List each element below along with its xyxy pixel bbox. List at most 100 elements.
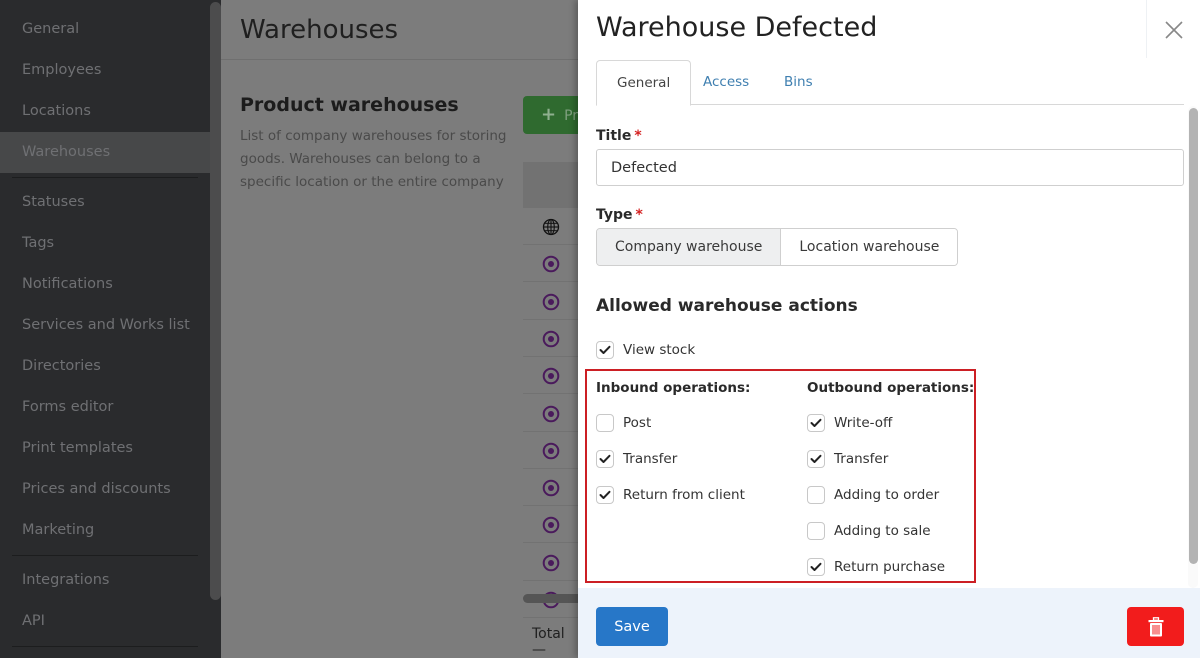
tab-general[interactable]: General (596, 60, 692, 106)
outbound-adding-to-sale-checkbox[interactable]: Adding to sale (807, 521, 931, 541)
location-target-icon (542, 293, 560, 315)
sidebar-item-forms-editor[interactable]: Forms editor (0, 387, 210, 428)
title-field-label: Title * (596, 128, 642, 144)
sidebar-item-print-templates[interactable]: Print templates (0, 428, 210, 469)
location-target-icon (542, 442, 560, 464)
sidebar-item-tags[interactable]: Tags (0, 223, 210, 264)
outbound-write-off-checkbox[interactable]: Write-off (807, 413, 892, 433)
check-icon (810, 454, 822, 463)
checkbox[interactable] (807, 414, 825, 432)
table-horizontal-scrollbar[interactable] (523, 594, 583, 603)
checkbox-label: Return from client (623, 487, 745, 503)
sidebar-divider (12, 555, 198, 556)
checkbox-label: Adding to sale (834, 523, 931, 539)
checkbox-label: Write-off (834, 415, 893, 431)
drawer-scrollbar-thumb[interactable] (1189, 108, 1198, 564)
table-row[interactable] (523, 357, 583, 395)
checkbox[interactable] (807, 486, 825, 504)
type-option-location-warehouse[interactable]: Location warehouse (781, 229, 958, 265)
checkbox[interactable] (807, 558, 825, 576)
save-button[interactable]: Save (596, 607, 668, 646)
location-target-icon (542, 330, 560, 352)
checkbox-label: Transfer (623, 451, 678, 467)
delete-button[interactable] (1127, 607, 1184, 646)
drawer-footer: Save (578, 588, 1200, 658)
type-option-company-warehouse[interactable]: Company warehouse (597, 229, 782, 265)
view-stock-checkbox[interactable]: View stock (596, 340, 695, 360)
check-icon (599, 454, 611, 463)
allowed-actions-heading: Allowed warehouse actions (596, 296, 858, 316)
checkbox[interactable] (807, 522, 825, 540)
close-button[interactable] (1162, 18, 1186, 42)
table-header (523, 162, 583, 208)
add-warehouse-button-label: Pr (564, 108, 579, 124)
location-target-icon (542, 367, 560, 389)
checkbox[interactable] (596, 486, 614, 504)
warehouse-drawer: Warehouse Defected General Access Bins T… (578, 0, 1200, 658)
close-icon (1165, 21, 1183, 39)
sidebar-divider (12, 646, 198, 647)
sidebar-item-marketing[interactable]: Marketing (0, 510, 210, 551)
inbound-return-from-client-checkbox[interactable]: Return from client (596, 485, 745, 505)
settings-sidebar: General Employees Locations Warehouses S… (0, 0, 210, 658)
trash-icon (1148, 616, 1163, 636)
sidebar-item-warehouses[interactable]: Warehouses (0, 132, 210, 173)
checkbox-label: View stock (623, 342, 696, 358)
sidebar-item-employees[interactable]: Employees (0, 50, 210, 91)
sidebar-item-statuses[interactable]: Statuses (0, 182, 210, 223)
sidebar-item-general[interactable]: General (0, 9, 210, 50)
sidebar-scrollbar-thumb[interactable] (210, 2, 221, 600)
type-label-text: Type (596, 207, 633, 223)
tab-access[interactable]: Access (683, 60, 769, 105)
drawer-tabs: General Access Bins (596, 60, 1184, 106)
outbound-return-purchase-checkbox[interactable]: Return purchase (807, 557, 945, 577)
table-row[interactable] (523, 506, 583, 544)
title-input[interactable] (596, 149, 1184, 186)
location-target-icon (542, 255, 560, 277)
checkbox-label: Post (623, 415, 652, 431)
required-mark: * (634, 128, 642, 144)
table-total: Total — (532, 626, 565, 658)
table-row[interactable] (523, 432, 583, 469)
sidebar-item-directories[interactable]: Directories (0, 346, 210, 387)
checkbox[interactable] (596, 450, 614, 468)
page-title: Warehouses (240, 15, 399, 45)
checkbox[interactable] (807, 450, 825, 468)
close-divider (1146, 0, 1147, 58)
table-row[interactable] (523, 245, 583, 283)
table-row[interactable] (523, 320, 583, 357)
check-icon (810, 562, 822, 571)
check-icon (810, 418, 822, 427)
location-target-icon (542, 405, 560, 427)
page-header: Warehouses (221, 0, 581, 60)
inbound-transfer-checkbox[interactable]: Transfer (596, 449, 677, 469)
sidebar-item-prices-and-discounts[interactable]: Prices and discounts (0, 469, 210, 510)
tab-bins[interactable]: Bins (764, 60, 833, 105)
section-title: Product warehouses (240, 94, 459, 116)
required-mark: * (635, 207, 643, 223)
table-row[interactable] (523, 544, 583, 581)
table-row[interactable] (523, 283, 583, 320)
location-target-icon (542, 479, 560, 501)
operations-highlight-box (585, 369, 976, 583)
table-row[interactable] (523, 469, 583, 507)
table-row[interactable] (523, 208, 583, 245)
outbound-adding-to-order-checkbox[interactable]: Adding to order (807, 485, 939, 505)
type-field-label: Type * (596, 207, 643, 223)
location-target-icon (542, 516, 560, 538)
globe-icon (542, 218, 560, 240)
section-description: List of company warehouses for storing g… (240, 128, 507, 190)
checkbox[interactable] (596, 414, 614, 432)
checkbox-label: Return purchase (834, 559, 946, 575)
sidebar-item-integrations[interactable]: Integrations (0, 560, 210, 601)
sidebar-item-locations[interactable]: Locations (0, 91, 210, 132)
sidebar-item-services-and-works-list[interactable]: Services and Works list (0, 305, 210, 346)
table-row[interactable] (523, 395, 583, 432)
sidebar-divider (12, 177, 198, 178)
inbound-post-checkbox[interactable]: Post (596, 413, 651, 433)
sidebar-item-api[interactable]: API (0, 601, 210, 642)
outbound-transfer-checkbox[interactable]: Transfer (807, 449, 888, 469)
inbound-heading: Inbound operations: (596, 380, 751, 396)
sidebar-item-notifications[interactable]: Notifications (0, 264, 210, 305)
checkbox[interactable] (596, 341, 614, 359)
